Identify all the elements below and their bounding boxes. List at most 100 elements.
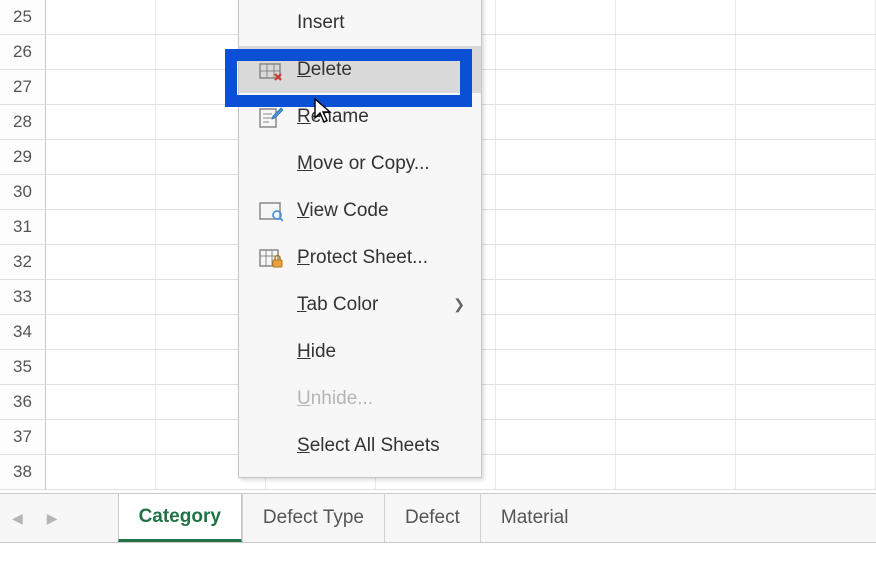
cell[interactable]	[736, 140, 876, 174]
row-header[interactable]: 32	[0, 245, 46, 280]
tab-nav-prev-icon[interactable]: ◀	[12, 510, 23, 527]
cell[interactable]	[496, 175, 616, 209]
menu-item-hide[interactable]: Hide	[239, 328, 481, 375]
cell[interactable]	[616, 35, 736, 69]
cell[interactable]	[736, 420, 876, 454]
cell[interactable]	[736, 70, 876, 104]
row-header[interactable]: 38	[0, 455, 46, 490]
cell[interactable]	[616, 70, 736, 104]
cell[interactable]	[46, 105, 156, 139]
cell[interactable]	[46, 140, 156, 174]
row-header[interactable]: 35	[0, 350, 46, 385]
cell[interactable]	[616, 350, 736, 384]
menu-label: View Code	[297, 200, 389, 222]
cell[interactable]	[46, 280, 156, 314]
cell[interactable]	[736, 35, 876, 69]
cell[interactable]	[736, 175, 876, 209]
cell[interactable]	[46, 385, 156, 419]
cell[interactable]	[46, 0, 156, 34]
menu-item-insert[interactable]: Insert	[239, 0, 481, 46]
sheet-tab-defect[interactable]: Defect	[384, 494, 480, 542]
menu-item-select-all-sheets[interactable]: Select All Sheets	[239, 422, 481, 469]
sheet-tab-defect-type[interactable]: Defect Type	[242, 494, 384, 542]
cell[interactable]	[616, 105, 736, 139]
cell[interactable]	[736, 350, 876, 384]
row-header[interactable]: 28	[0, 105, 46, 140]
cell[interactable]	[496, 105, 616, 139]
row-header[interactable]: 30	[0, 175, 46, 210]
rename-icon	[259, 106, 297, 128]
cell[interactable]	[46, 175, 156, 209]
row-header[interactable]: 26	[0, 35, 46, 70]
cell[interactable]	[46, 245, 156, 279]
menu-label: Protect Sheet...	[297, 247, 428, 269]
cell[interactable]	[496, 420, 616, 454]
cell[interactable]	[616, 0, 736, 34]
cell[interactable]	[736, 245, 876, 279]
cell[interactable]	[616, 455, 736, 489]
tab-nav-arrows[interactable]: ◀ ▶	[12, 510, 58, 527]
row-header[interactable]: 27	[0, 70, 46, 105]
cell[interactable]	[616, 280, 736, 314]
cell[interactable]	[496, 140, 616, 174]
cell[interactable]	[736, 455, 876, 489]
cell[interactable]	[616, 385, 736, 419]
row-header[interactable]: 33	[0, 280, 46, 315]
menu-label: Tab Color	[297, 294, 378, 316]
cell[interactable]	[496, 70, 616, 104]
row-header[interactable]: 31	[0, 210, 46, 245]
cell[interactable]	[496, 350, 616, 384]
sheet-tab-material[interactable]: Material	[480, 494, 589, 542]
menu-item-move-or-copy[interactable]: Move or Copy...	[239, 140, 481, 187]
cell[interactable]	[496, 0, 616, 34]
cell[interactable]	[616, 245, 736, 279]
cell[interactable]	[736, 210, 876, 244]
cell[interactable]	[496, 315, 616, 349]
menu-item-tab-color[interactable]: Tab Color ❯	[239, 281, 481, 328]
cell[interactable]	[46, 70, 156, 104]
menu-item-protect-sheet[interactable]: Protect Sheet...	[239, 234, 481, 281]
row-header[interactable]: 36	[0, 385, 46, 420]
cell[interactable]	[496, 245, 616, 279]
menu-label: Rename	[297, 106, 369, 128]
protect-sheet-icon	[259, 247, 297, 269]
row-header[interactable]: 25	[0, 0, 46, 35]
menu-label: Delete	[297, 59, 352, 81]
cell[interactable]	[46, 210, 156, 244]
cell[interactable]	[616, 420, 736, 454]
delete-sheet-icon	[259, 59, 297, 81]
sheet-tab-context-menu: Insert Delete Rename	[238, 0, 482, 478]
menu-item-delete[interactable]: Delete	[239, 46, 481, 93]
cell[interactable]	[616, 315, 736, 349]
row-header[interactable]: 29	[0, 140, 46, 175]
status-bar	[0, 543, 876, 566]
cell[interactable]	[46, 315, 156, 349]
cell[interactable]	[46, 420, 156, 454]
menu-item-rename[interactable]: Rename	[239, 93, 481, 140]
cell[interactable]	[496, 455, 616, 489]
cell[interactable]	[736, 280, 876, 314]
cell[interactable]	[616, 140, 736, 174]
cell[interactable]	[616, 210, 736, 244]
menu-label: Unhide...	[297, 388, 373, 410]
cell[interactable]	[736, 315, 876, 349]
cell[interactable]	[46, 35, 156, 69]
view-code-icon	[259, 200, 297, 222]
cell[interactable]	[736, 105, 876, 139]
cell[interactable]	[496, 385, 616, 419]
cell[interactable]	[736, 385, 876, 419]
menu-item-view-code[interactable]: View Code	[239, 187, 481, 234]
cell[interactable]	[616, 175, 736, 209]
row-header[interactable]: 37	[0, 420, 46, 455]
row-headers: 25 26 27 28 29 30 31 32 33 34 35 36 37 3…	[0, 0, 46, 490]
row-header[interactable]: 34	[0, 315, 46, 350]
cell[interactable]	[736, 0, 876, 34]
cell[interactable]	[496, 35, 616, 69]
tab-nav-next-icon[interactable]: ▶	[47, 510, 58, 527]
menu-label: Hide	[297, 341, 336, 363]
cell[interactable]	[496, 280, 616, 314]
cell[interactable]	[46, 455, 156, 489]
cell[interactable]	[46, 350, 156, 384]
sheet-tab-category[interactable]: Category	[118, 494, 242, 542]
cell[interactable]	[496, 210, 616, 244]
